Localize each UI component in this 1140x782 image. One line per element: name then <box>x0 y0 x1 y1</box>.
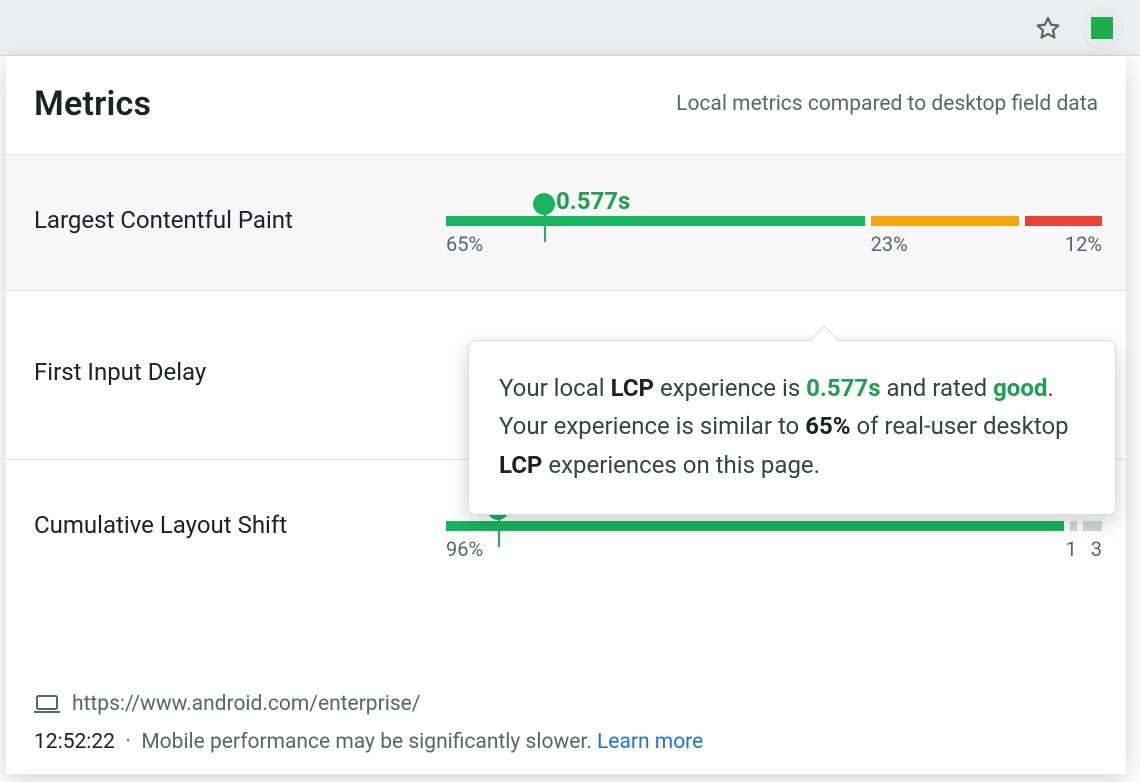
panel-title: Metrics <box>34 84 151 124</box>
footer-status-row: 12:52:22 · Mobile performance may be sig… <box>34 730 1098 754</box>
profile-avatar[interactable] <box>1080 6 1124 50</box>
seg-a <box>1070 521 1076 531</box>
tt-text: and rated <box>881 374 994 402</box>
cls-a-pct: 1 <box>1066 537 1077 561</box>
cls-b-pct: 3 <box>1083 537 1102 561</box>
tt-text: Your local <box>499 374 611 402</box>
panel-header: Metrics Local metrics compared to deskto… <box>6 56 1126 154</box>
lcp-tooltip: Your local LCP experience is 0.577s and … <box>468 340 1116 515</box>
panel-footer: https://www.android.com/enterprise/ 12:5… <box>6 692 1126 774</box>
footer-url-row: https://www.android.com/enterprise/ <box>34 692 1098 716</box>
lcp-good-pct: 65% <box>446 232 865 256</box>
cls-good-pct: 96% <box>446 537 1060 561</box>
lcp-bad-pct: 12% <box>1025 232 1102 256</box>
tt-text: experiences on this page. <box>542 451 820 479</box>
tt-value: 0.577s <box>806 374 880 402</box>
lcp-ok-pct: 23% <box>871 232 1019 256</box>
metric-name-lcp: Largest Contentful Paint <box>34 206 446 234</box>
tt-pct: 65% <box>805 412 850 440</box>
metric-row-lcp[interactable]: Largest Contentful Paint 0.577s 65% 23% … <box>6 154 1126 290</box>
browser-toolbar <box>0 0 1140 56</box>
profile-color-icon <box>1091 17 1113 39</box>
web-vitals-panel: Metrics Local metrics compared to deskto… <box>6 56 1126 774</box>
footer-warning: Mobile performance may be significantly … <box>141 730 591 754</box>
panel-subtitle: Local metrics compared to desktop field … <box>676 92 1098 116</box>
metric-value-lcp: 0.577s <box>556 189 1102 213</box>
seg-bad <box>1025 216 1102 226</box>
tt-text: experience is <box>654 374 806 402</box>
seg-good <box>446 521 1064 531</box>
footer-time: 12:52:22 <box>34 730 115 754</box>
tt-rating: good <box>993 374 1047 402</box>
learn-more-link[interactable]: Learn more <box>597 730 703 754</box>
tt-abbr: LCP <box>499 451 542 479</box>
separator-dot: · <box>125 730 131 754</box>
metric-name-fid: First Input Delay <box>34 358 446 386</box>
seg-b <box>1083 521 1102 531</box>
metric-name-cls: Cumulative Layout Shift <box>34 511 446 539</box>
laptop-icon <box>34 694 60 714</box>
footer-url: https://www.android.com/enterprise/ <box>72 692 420 716</box>
bookmark-star-icon[interactable] <box>1034 14 1062 42</box>
metric-bar-lcp: 0.577s 65% 23% 12% <box>446 183 1102 256</box>
seg-ok <box>871 216 1019 226</box>
tt-abbr: LCP <box>611 374 654 402</box>
seg-good <box>446 216 865 226</box>
tt-text: of real-user desktop <box>850 412 1068 440</box>
